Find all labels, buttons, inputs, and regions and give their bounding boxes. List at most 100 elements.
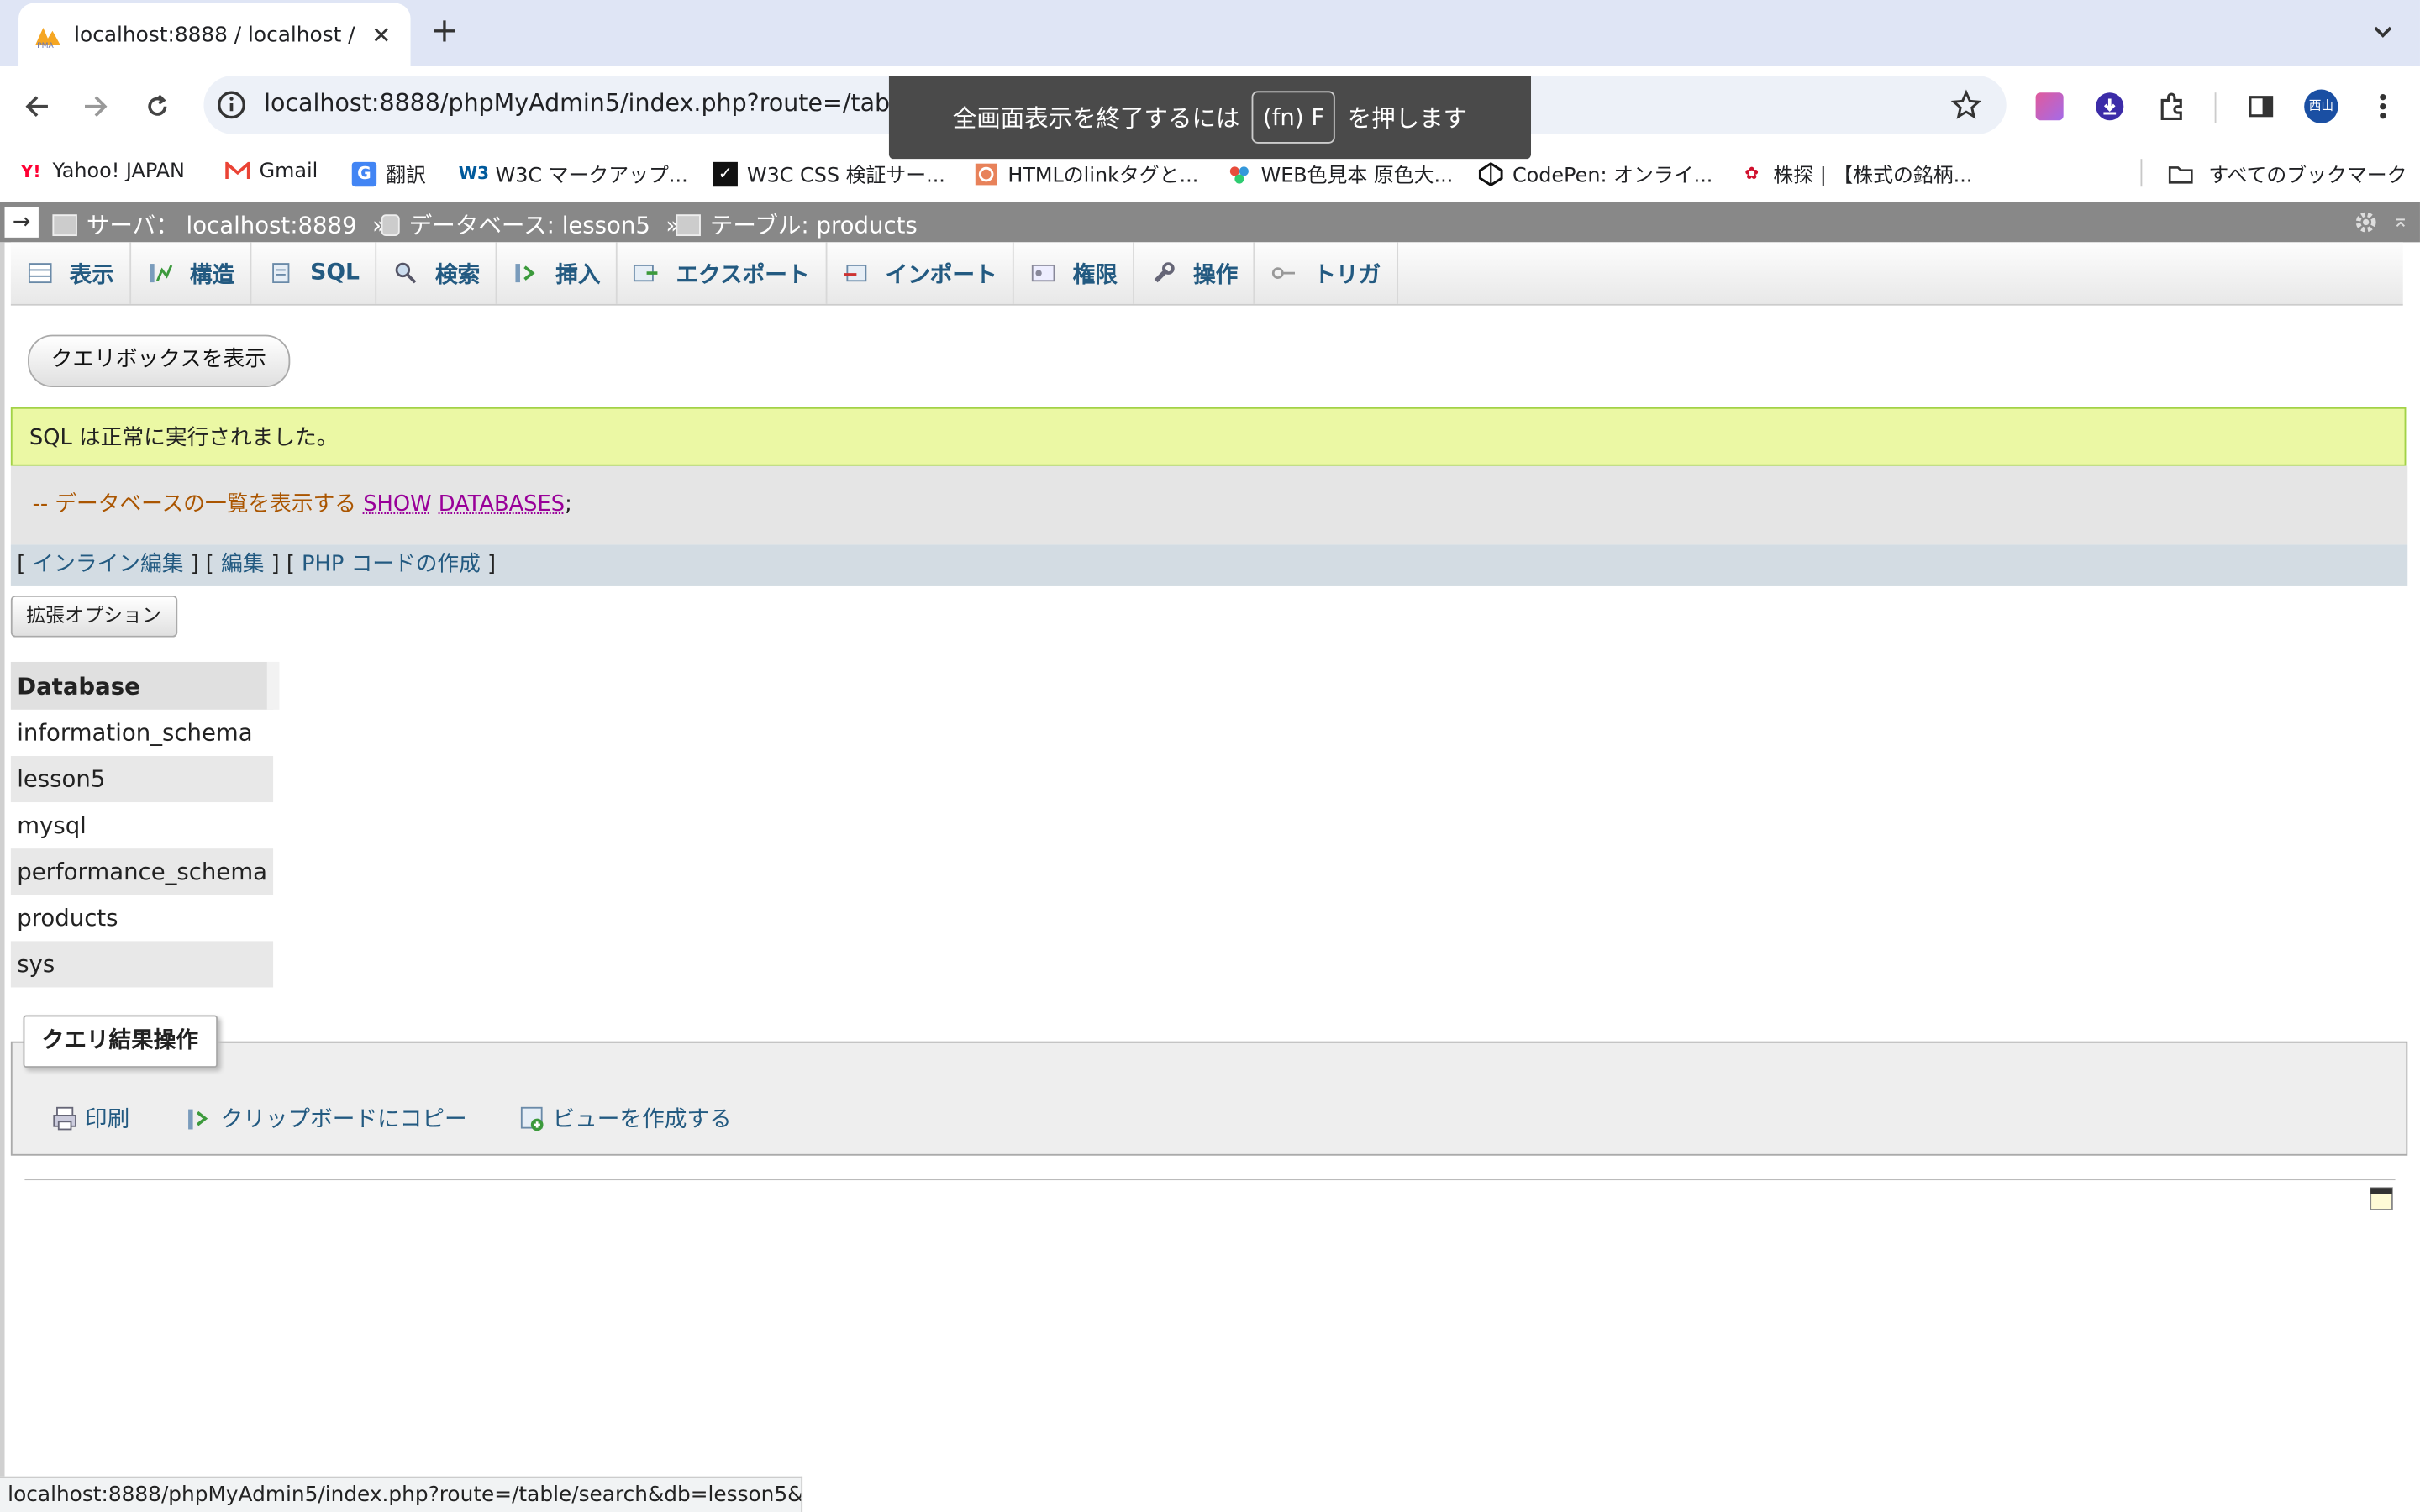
column-header-database[interactable]: Database — [10, 661, 280, 710]
bookmark-label: Gmail — [259, 160, 318, 183]
table-cell: products — [10, 895, 274, 942]
database-icon — [381, 213, 400, 236]
download-extension-icon[interactable] — [2093, 90, 2127, 123]
bookmark-label: 株探 | 【株式の銘柄... — [1773, 165, 1973, 189]
table-row: mysql — [10, 802, 274, 849]
tab-label: SQL — [310, 260, 360, 286]
side-panel-icon[interactable] — [2244, 90, 2278, 123]
tab-privileges[interactable]: 権限 — [1014, 242, 1135, 304]
tab-search-chevron-icon[interactable] — [2367, 15, 2398, 46]
tab-label: 権限 — [1072, 263, 1118, 288]
bookmark-html-link[interactable]: HTMLのlinkタグと... — [974, 159, 1198, 188]
table-row: sys — [10, 941, 274, 988]
all-bookmarks-label: すべてのブックマーク — [2208, 165, 2407, 189]
palette-icon — [1227, 161, 1251, 186]
sql-icon — [267, 260, 295, 285]
codepen-icon — [1478, 161, 1503, 186]
yahoo-icon: Y! — [20, 160, 41, 181]
bookmark-label: CodePen: オンライ... — [1512, 165, 1713, 189]
structure-icon — [146, 260, 174, 285]
create-php-code-link[interactable]: PHP コードの作成 — [302, 553, 481, 577]
breadcrumb-server-label: サーバ： localhost:8889 — [86, 211, 357, 239]
forward-icon[interactable] — [77, 88, 114, 125]
profile-avatar[interactable]: 西山 — [2304, 89, 2338, 123]
table-cell: lesson5 — [10, 755, 274, 803]
w3c-css-icon: ✓ — [713, 160, 738, 186]
sql-comment: -- データベースの一覧を表示する — [32, 491, 357, 517]
bookmark-star-icon[interactable] — [1950, 89, 1982, 121]
extension-gradient-icon[interactable] — [2033, 90, 2066, 123]
navigation-edge — [0, 242, 5, 1477]
console-icon[interactable] — [2369, 1186, 2393, 1210]
table-row: information_schema — [10, 709, 274, 756]
collapse-icon[interactable]: ⌅ — [2392, 210, 2414, 234]
bookmark-w3c-css[interactable]: ✓ W3C CSS 検証サー... — [713, 159, 945, 188]
extended-options-button[interactable]: 拡張オプション — [10, 595, 177, 638]
close-tab-icon[interactable]: ✕ — [367, 21, 395, 49]
insert-icon — [513, 260, 540, 285]
all-bookmarks-folder[interactable]: すべてのブックマーク — [2168, 159, 2407, 189]
new-tab-icon[interactable]: + — [428, 13, 461, 51]
privileges-icon — [1029, 260, 1057, 285]
site-info-icon[interactable] — [216, 90, 247, 121]
success-message: SQL は正常に実行されました。 — [10, 407, 2407, 466]
show-querybox-button[interactable]: クエリボックスを表示 — [28, 334, 290, 388]
breadcrumb-server[interactable]: サーバ： localhost:8889 » — [52, 208, 402, 241]
create-view-link[interactable]: ビューを作成する — [518, 1101, 732, 1134]
tab-sql[interactable]: SQL — [251, 242, 377, 304]
table-cell: mysql — [10, 802, 274, 849]
bookmark-gmail[interactable]: Gmail — [225, 159, 318, 183]
bookmark-label: HTMLのlinkタグと... — [1007, 165, 1199, 189]
tab-triggers[interactable]: トリガ — [1255, 242, 1398, 304]
navigation-toggle-icon[interactable]: → — [4, 207, 39, 238]
settings-gear-icon[interactable] — [2354, 210, 2378, 234]
extensions-puzzle-icon[interactable] — [2154, 90, 2188, 123]
kabutan-icon: ✿ — [1744, 163, 1760, 184]
tab-insert[interactable]: 挿入 — [497, 242, 618, 304]
browser-menu-icon[interactable] — [2366, 90, 2400, 123]
browse-icon — [26, 260, 54, 285]
bookmark-label: WEB色見本 原色大... — [1260, 165, 1454, 189]
tab-import[interactable]: インポート — [827, 242, 1014, 304]
browser-tab-active[interactable]: PMA localhost:8888 / localhost / le ✕ — [18, 3, 411, 66]
search-icon — [392, 260, 420, 285]
back-icon[interactable] — [18, 88, 55, 125]
bookmark-codepen[interactable]: CodePen: オンライ... — [1478, 159, 1713, 189]
printer-icon — [51, 1104, 79, 1131]
operations-icon — [1150, 260, 1178, 285]
table-row: lesson5 — [10, 755, 274, 803]
bookmark-label: W3C CSS 検証サー... — [746, 165, 945, 189]
tab-export[interactable]: エクスポート — [618, 242, 827, 304]
tab-structure[interactable]: 構造 — [131, 242, 252, 304]
sql-keyword-databases[interactable]: DATABASES — [439, 492, 565, 517]
tab-label: インポート — [885, 263, 997, 288]
breadcrumb-database[interactable]: データベース: lesson5 » — [381, 208, 696, 241]
sql-keyword-show[interactable]: SHOW — [363, 492, 431, 517]
w3c-icon: W3 — [458, 163, 490, 184]
toolbar-divider — [2214, 92, 2217, 123]
fullscreen-exit-notice: 全画面表示を終了するには (fn) F を押します — [888, 75, 1532, 160]
bookmark-w3c-markup[interactable]: W3 W3C マークアップ... — [458, 159, 688, 188]
breadcrumb-database-label: データベース: lesson5 — [408, 211, 650, 239]
breadcrumb-table[interactable]: テーブル: products — [676, 208, 918, 241]
bookmark-translate[interactable]: G 翻訳 — [351, 159, 426, 188]
sql-query-display: -- データベースの一覧を表示する SHOW DATABASES; — [10, 465, 2408, 545]
divider — [24, 1179, 2396, 1181]
bookmark-kabutan[interactable]: ✿ 株探 | 【株式の銘柄... — [1739, 159, 1972, 188]
query-results-operations — [10, 1041, 2408, 1156]
bookmarks-divider — [2140, 159, 2143, 187]
print-link[interactable]: 印刷 — [51, 1101, 129, 1134]
bookmark-web-colors[interactable]: WEB色見本 原色大... — [1227, 159, 1453, 188]
tab-operations[interactable]: 操作 — [1134, 242, 1255, 304]
tab-browse[interactable]: 表示 — [11, 242, 132, 304]
server-icon — [52, 213, 77, 236]
edit-link[interactable]: 編集 — [221, 553, 264, 577]
create-view-icon — [518, 1104, 546, 1131]
copy-to-clipboard-link[interactable]: クリップボードにコピー — [187, 1101, 467, 1134]
tab-search[interactable]: 検索 — [376, 242, 497, 304]
inline-edit-link[interactable]: インライン編集 — [32, 553, 183, 577]
reload-icon[interactable] — [139, 88, 176, 125]
export-icon — [633, 260, 660, 285]
browser-status-url: localhost:8888/phpMyAdmin5/index.php?rou… — [0, 1476, 803, 1512]
bookmark-yahoo[interactable]: Y! Yahoo! JAPAN — [18, 159, 185, 183]
